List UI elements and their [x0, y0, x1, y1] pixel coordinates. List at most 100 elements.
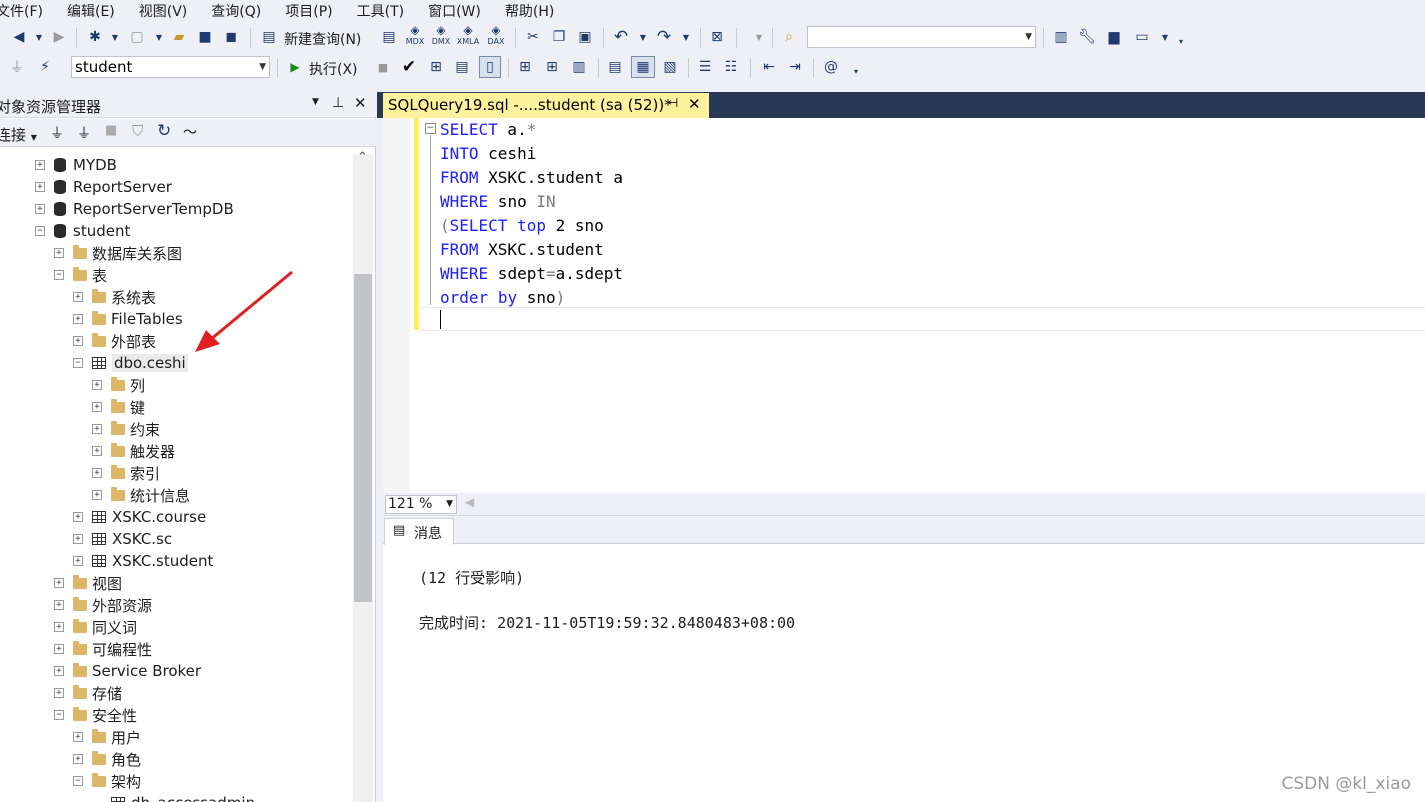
execute-icon[interactable]: ▶ [286, 58, 304, 76]
expand-icon[interactable]: + [35, 160, 45, 170]
panel-menu-dropdown-icon[interactable]: ▼ [312, 97, 319, 107]
scroll-left-icon[interactable]: ◀ [465, 495, 474, 509]
execute-button[interactable]: 执行(X) [309, 59, 358, 79]
activity-icon[interactable]: 〜 [183, 122, 197, 142]
connect-plug-icon[interactable]: ⏚ [50, 123, 64, 143]
database-engine-query-icon[interactable]: ▤ [380, 28, 398, 46]
pin-icon[interactable]: ⊥ [332, 95, 344, 111]
menu-edit[interactable]: 编辑(E) [67, 1, 127, 21]
live-stats-icon[interactable]: ⊞ [543, 58, 561, 76]
paste-icon[interactable]: ▣ [576, 28, 594, 46]
tree-node[interactable]: − 安全性 [54, 704, 137, 726]
find-in-files-icon[interactable]: ⌕ [780, 28, 798, 46]
menu-tools[interactable]: 工具(T) [357, 1, 416, 21]
tree-node[interactable]: + 系统表 [73, 286, 156, 308]
tree-node[interactable]: + 角色 [73, 748, 141, 770]
expand-icon[interactable]: + [35, 204, 45, 214]
forward-icon[interactable]: ▶ [50, 28, 68, 46]
scrollbar-thumb[interactable] [354, 274, 372, 602]
back-dropdown-icon[interactable]: ▼ [30, 28, 48, 46]
close-icon[interactable]: ✕ [354, 94, 367, 112]
zoom-combo[interactable]: 121 % ▼ [385, 495, 457, 514]
tree-node[interactable]: + FileTables [73, 308, 183, 330]
save-all-icon[interactable]: ◼ [222, 28, 240, 46]
tree-node[interactable]: + XSKC.student [73, 550, 213, 572]
tree-node[interactable]: + 外部资源 [54, 594, 152, 616]
tree-node[interactable]: + XSKC.course [73, 506, 206, 528]
expand-icon[interactable]: + [54, 666, 64, 676]
expand-icon[interactable]: + [73, 534, 83, 544]
collapse-icon[interactable]: − [54, 710, 64, 720]
expand-icon[interactable]: + [73, 292, 83, 302]
wrench-icon[interactable]: 🔧︎ [1078, 28, 1096, 46]
collapse-icon[interactable]: − [73, 776, 83, 786]
vertical-scrollbar[interactable]: ⌃ [353, 150, 373, 802]
expand-icon[interactable]: + [54, 622, 64, 632]
connect-button[interactable]: 连接 ▼ [0, 124, 37, 145]
pin-tab-icon[interactable]: ⊣ [667, 96, 678, 111]
expand-icon[interactable]: + [54, 248, 64, 258]
undo-icon[interactable]: ↶ [612, 27, 630, 47]
tree-node[interactable]: + ReportServerTempDB [35, 198, 234, 220]
tree-node[interactable]: + 约束 [92, 418, 160, 440]
estimated-plan-icon[interactable]: ⊞ [427, 58, 445, 76]
expand-icon[interactable]: + [54, 600, 64, 610]
collapse-icon[interactable]: − [425, 123, 436, 134]
tree-node[interactable]: db_accessadmin [92, 792, 255, 802]
results-to-icon[interactable]: ▯ [479, 56, 501, 78]
collapse-icon[interactable]: − [35, 226, 45, 236]
connect-icon[interactable]: ⏚ [8, 58, 26, 76]
change-connection-icon[interactable]: ⚡︎ [36, 58, 54, 76]
menu-help[interactable]: 帮助(H) [505, 1, 566, 21]
expand-icon[interactable]: + [73, 336, 83, 346]
dax-query-icon[interactable]: ◈ DAX [487, 23, 505, 46]
tree-node[interactable]: + 存储 [54, 682, 122, 704]
new-query-button[interactable]: 新建查询(N) [284, 29, 361, 49]
copy-icon[interactable]: ❐ [550, 28, 568, 46]
expand-icon[interactable]: + [35, 182, 45, 192]
menu-query[interactable]: 查询(Q) [211, 1, 273, 21]
tree-node[interactable]: + 可编程性 [54, 638, 152, 660]
filter-icon[interactable]: ⛉ [132, 122, 143, 140]
expand-icon[interactable]: + [73, 556, 83, 566]
expand-icon[interactable]: + [92, 402, 102, 412]
tree-node[interactable]: + XSKC.sc [73, 528, 172, 550]
redo-dropdown-icon[interactable]: ▼ [677, 28, 695, 46]
tree-node[interactable]: + 同义词 [54, 616, 137, 638]
save-icon[interactable]: ■ [196, 28, 214, 46]
disconnect-icon[interactable]: ⏚ [77, 123, 91, 143]
expand-icon[interactable]: + [92, 380, 102, 390]
solution-config-dropdown-icon[interactable]: ▼ [750, 28, 768, 46]
expand-icon[interactable]: + [54, 578, 64, 588]
tree-node[interactable]: − student [35, 220, 130, 242]
expand-icon[interactable]: + [92, 446, 102, 456]
undo-dropdown-icon[interactable]: ▼ [634, 28, 652, 46]
parse-icon[interactable]: ✔ [400, 57, 418, 77]
query-designer-icon[interactable]: ▤ [453, 58, 471, 76]
tab-messages[interactable]: ▤ 消息 [384, 518, 454, 545]
tree-node[interactable]: + 视图 [54, 572, 122, 594]
actual-plan-icon[interactable]: ⊞ [516, 58, 534, 76]
tree-node[interactable]: + ReportServer [35, 176, 172, 198]
collapse-icon[interactable]: − [73, 358, 83, 368]
expand-icon[interactable]: + [73, 732, 83, 742]
query-document-tab[interactable]: SQLQuery19.sql -....student (sa (52))* ⊣… [383, 93, 709, 118]
database-combo[interactable]: student ▼ [71, 56, 270, 78]
add-item-dropdown-icon[interactable]: ▼ [150, 28, 168, 46]
cut-icon[interactable]: ✂ [524, 28, 542, 46]
results-to-text-icon[interactable]: ▤ [606, 58, 624, 76]
expand-icon[interactable]: + [73, 512, 83, 522]
menu-view[interactable]: 视图(V) [139, 1, 200, 21]
expand-icon[interactable]: + [73, 754, 83, 764]
mdx-query-icon[interactable]: ◈ MDX [406, 23, 425, 46]
menu-window[interactable]: 窗口(W) [428, 1, 493, 21]
open-file-icon[interactable]: ▰ [170, 28, 188, 46]
results-to-grid-icon[interactable]: ▦ [631, 56, 655, 78]
expand-icon[interactable]: + [92, 424, 102, 434]
back-icon[interactable]: ◀ [10, 28, 28, 46]
tree-node[interactable]: + 触发器 [92, 440, 175, 462]
search-combo[interactable]: ▼ [807, 26, 1036, 48]
dmx-query-icon[interactable]: ◈ DMX [432, 23, 451, 46]
tree-node[interactable]: − dbo.ceshi [73, 352, 188, 374]
uncomment-icon[interactable]: ☷ [722, 58, 740, 76]
